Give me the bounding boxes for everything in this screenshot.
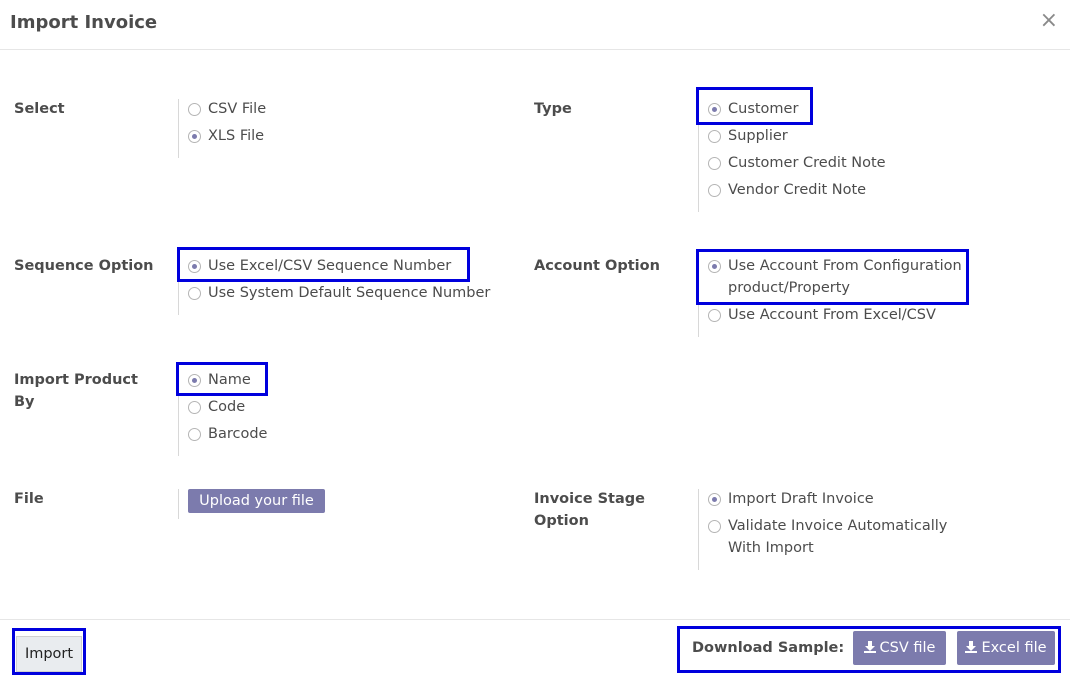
import-button[interactable]: Import [16, 636, 82, 672]
radio-option[interactable]: Import Draft Invoice [708, 489, 998, 511]
option-label: Use Excel/CSV Sequence Number [208, 258, 452, 274]
radio-button[interactable] [708, 157, 721, 170]
option-label: Validate Invoice Automatically With Impo… [728, 518, 948, 556]
radio-option[interactable]: Use System Default Sequence Number [188, 283, 508, 305]
excel-download-button[interactable]: Excel file [957, 631, 1055, 665]
download-icon [863, 641, 876, 653]
radio-option[interactable]: Customer [708, 99, 998, 121]
account-radio-group: Use Account From Configuration product/P… [698, 256, 998, 337]
radio-button[interactable] [708, 184, 721, 197]
radio-option[interactable]: Use Excel/CSV Sequence Number [188, 256, 508, 278]
radio-option[interactable]: Use Account From Excel/CSV [708, 305, 998, 327]
radio-button[interactable] [188, 401, 201, 414]
dialog-title: Import Invoice [10, 12, 158, 33]
select-radio-group: CSV File XLS File [178, 99, 478, 158]
radio-button[interactable] [188, 130, 201, 143]
radio-button[interactable] [708, 493, 721, 506]
option-label: Use Account From Excel/CSV [728, 306, 936, 323]
option-label: Code [208, 399, 246, 415]
radio-option[interactable]: Barcode [188, 424, 478, 446]
radio-button[interactable] [708, 130, 721, 143]
download-sample-label: Download Sample: [692, 640, 845, 656]
option-label: Import Draft Invoice [728, 491, 874, 507]
excel-download-label: Excel file [981, 640, 1047, 656]
invoice-stage-label: Invoice Stage Option [534, 491, 645, 529]
radio-button[interactable] [188, 103, 201, 116]
file-field [178, 489, 188, 519]
type-label: Type [534, 101, 572, 117]
sequence-label: Sequence Option [14, 258, 154, 274]
close-icon[interactable]: × [1040, 9, 1058, 33]
radio-button[interactable] [708, 260, 721, 273]
radio-button[interactable] [708, 103, 721, 116]
radio-button[interactable] [708, 308, 721, 322]
radio-option[interactable]: Customer Credit Note [708, 153, 998, 175]
radio-button[interactable] [188, 260, 201, 273]
option-label: Supplier [728, 128, 788, 144]
radio-button[interactable] [188, 287, 201, 300]
radio-option[interactable]: CSV File [188, 99, 478, 121]
csv-download-button[interactable]: CSV file [853, 631, 946, 665]
sequence-radio-group: Use Excel/CSV Sequence Number Use System… [178, 256, 508, 315]
csv-download-label: CSV file [879, 640, 936, 656]
radio-option[interactable]: Supplier [708, 126, 998, 148]
radio-button[interactable] [188, 428, 201, 441]
product-radio-group: Name Code Barcode [178, 370, 478, 456]
select-label: Select [14, 101, 65, 117]
option-label: CSV File [208, 101, 267, 117]
radio-button[interactable] [188, 374, 201, 387]
dialog-header: Import Invoice × [0, 0, 1070, 50]
radio-button[interactable] [708, 520, 721, 533]
type-radio-group: Customer Supplier Customer Credit Note V… [698, 99, 998, 212]
option-label: XLS File [208, 128, 265, 144]
option-label: Vendor Credit Note [728, 182, 867, 198]
radio-option[interactable]: Validate Invoice Automatically With Impo… [708, 516, 978, 559]
upload-file-button[interactable]: Upload your file [188, 489, 325, 513]
import-product-label: Import Product By [14, 372, 138, 410]
radio-option[interactable]: Vendor Credit Note [708, 180, 998, 202]
option-label: Name [208, 372, 251, 388]
stage-radio-group: Import Draft Invoice Validate Invoice Au… [698, 489, 998, 570]
radio-option[interactable]: Code [188, 397, 478, 419]
file-label: File [14, 491, 44, 507]
radio-option[interactable]: Name [188, 370, 478, 392]
download-icon [965, 641, 978, 653]
radio-option[interactable]: Use Account From Configuration product/P… [708, 256, 978, 299]
option-label: Barcode [208, 426, 268, 442]
option-label: Customer Credit Note [728, 155, 886, 171]
option-label: Use System Default Sequence Number [208, 285, 491, 301]
option-label: Use Account From Configuration product/P… [728, 258, 962, 296]
radio-option[interactable]: XLS File [188, 126, 478, 148]
option-label: Customer [728, 101, 799, 117]
account-label: Account Option [534, 258, 660, 274]
